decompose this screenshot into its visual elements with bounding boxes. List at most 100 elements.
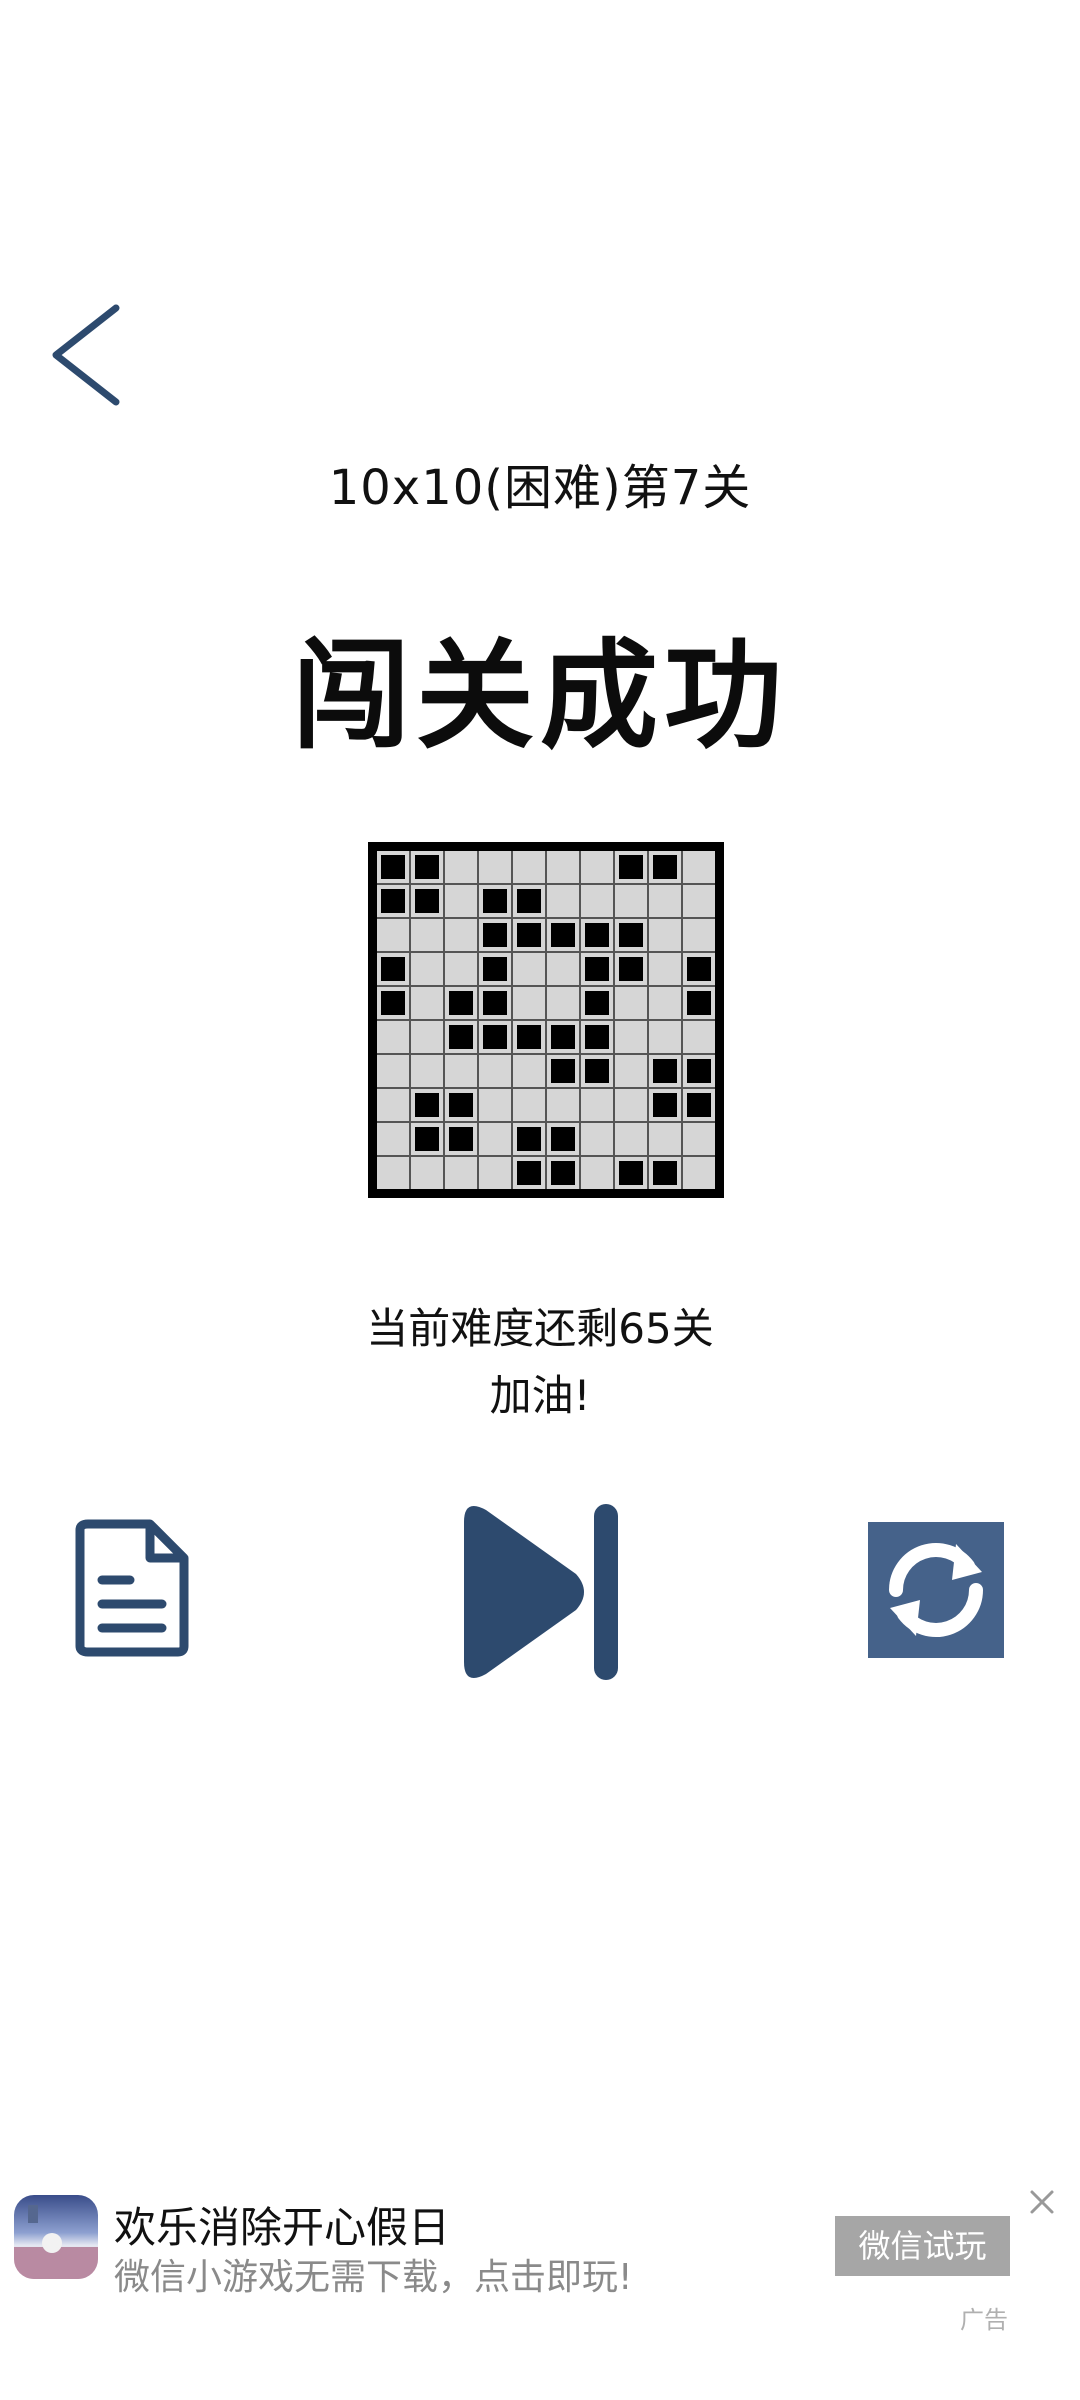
filled-cell — [547, 1055, 579, 1087]
empty-cell — [683, 919, 715, 951]
empty-cell — [547, 1089, 579, 1121]
filled-cell — [479, 919, 511, 951]
filled-cell — [683, 1089, 715, 1121]
filled-cell — [581, 1055, 613, 1087]
document-icon — [75, 1519, 189, 1657]
filled-cell — [581, 953, 613, 985]
filled-cell — [377, 987, 409, 1019]
empty-cell — [581, 851, 613, 883]
ad-label: 广告 — [960, 2306, 1008, 2334]
empty-cell — [479, 851, 511, 883]
filled-cell — [411, 851, 443, 883]
empty-cell — [683, 1157, 715, 1189]
filled-cell — [581, 919, 613, 951]
empty-cell — [377, 1157, 409, 1189]
empty-cell — [411, 987, 443, 1019]
filled-cell — [615, 851, 647, 883]
empty-cell — [547, 987, 579, 1019]
filled-cell — [411, 885, 443, 917]
filled-cell — [615, 919, 647, 951]
empty-cell — [649, 1021, 681, 1053]
empty-cell — [615, 1021, 647, 1053]
filled-cell — [581, 1021, 613, 1053]
empty-cell — [649, 919, 681, 951]
filled-cell — [479, 885, 511, 917]
cheer-text: 加油! — [489, 1371, 591, 1420]
result-title: 闯关成功 — [291, 627, 788, 765]
filled-cell — [615, 1157, 647, 1189]
rules-button[interactable] — [74, 1518, 192, 1658]
empty-cell — [377, 1055, 409, 1087]
empty-cell — [581, 1157, 613, 1189]
level-title: 10x10(困难)第7关 — [328, 460, 752, 516]
filled-cell — [649, 1157, 681, 1189]
empty-cell — [581, 1089, 613, 1121]
filled-cell — [513, 1157, 545, 1189]
filled-cell — [479, 953, 511, 985]
empty-cell — [513, 987, 545, 1019]
puzzle-board — [368, 842, 724, 1198]
empty-cell — [683, 1123, 715, 1155]
filled-cell — [411, 1089, 443, 1121]
empty-cell — [479, 1123, 511, 1155]
empty-cell — [649, 885, 681, 917]
empty-cell — [479, 1055, 511, 1087]
empty-cell — [445, 1055, 477, 1087]
refresh-icon — [868, 1522, 1004, 1658]
empty-cell — [411, 1157, 443, 1189]
filled-cell — [377, 851, 409, 883]
filled-cell — [513, 885, 545, 917]
empty-cell — [615, 885, 647, 917]
ad-title[interactable]: 欢乐消除开心假日 — [114, 2194, 450, 2255]
empty-cell — [649, 987, 681, 1019]
empty-cell — [581, 1123, 613, 1155]
filled-cell — [479, 987, 511, 1019]
empty-cell — [411, 1055, 443, 1087]
empty-cell — [547, 851, 579, 883]
filled-cell — [547, 1123, 579, 1155]
empty-cell — [649, 1123, 681, 1155]
empty-cell — [615, 1055, 647, 1087]
empty-cell — [445, 1157, 477, 1189]
chevron-left-icon — [52, 304, 120, 406]
empty-cell — [615, 987, 647, 1019]
filled-cell — [445, 1021, 477, 1053]
filled-cell — [547, 1157, 579, 1189]
empty-cell — [683, 851, 715, 883]
next-level-button[interactable] — [440, 1496, 632, 1688]
remaining-levels-text: 当前难度还剩65关 — [366, 1304, 714, 1353]
empty-cell — [615, 1089, 647, 1121]
empty-cell — [479, 1089, 511, 1121]
empty-cell — [513, 953, 545, 985]
filled-cell — [649, 1089, 681, 1121]
empty-cell — [479, 1157, 511, 1189]
filled-cell — [513, 919, 545, 951]
empty-cell — [547, 885, 579, 917]
filled-cell — [445, 1123, 477, 1155]
ad-close-button[interactable] — [1024, 2184, 1060, 2220]
empty-cell — [581, 885, 613, 917]
ad-app-icon[interactable] — [14, 2195, 98, 2279]
empty-cell — [513, 1089, 545, 1121]
ad-play-button[interactable]: 微信试玩 — [835, 2216, 1010, 2276]
ad-subtitle[interactable]: 微信小游戏无需下载，点击即玩! — [114, 2248, 632, 2300]
empty-cell — [683, 1021, 715, 1053]
empty-cell — [377, 919, 409, 951]
empty-cell — [547, 953, 579, 985]
game-thumbnail-icon — [14, 2205, 98, 2279]
filled-cell — [649, 851, 681, 883]
empty-cell — [683, 885, 715, 917]
filled-cell — [649, 1055, 681, 1087]
filled-cell — [683, 953, 715, 985]
empty-cell — [445, 851, 477, 883]
puzzle-grid — [377, 851, 715, 1189]
empty-cell — [615, 1123, 647, 1155]
empty-cell — [649, 953, 681, 985]
back-button[interactable] — [40, 300, 130, 410]
filled-cell — [445, 987, 477, 1019]
filled-cell — [547, 1021, 579, 1053]
restart-button[interactable] — [868, 1522, 1004, 1658]
filled-cell — [513, 1123, 545, 1155]
skip-next-icon — [464, 1504, 618, 1680]
filled-cell — [513, 1021, 545, 1053]
